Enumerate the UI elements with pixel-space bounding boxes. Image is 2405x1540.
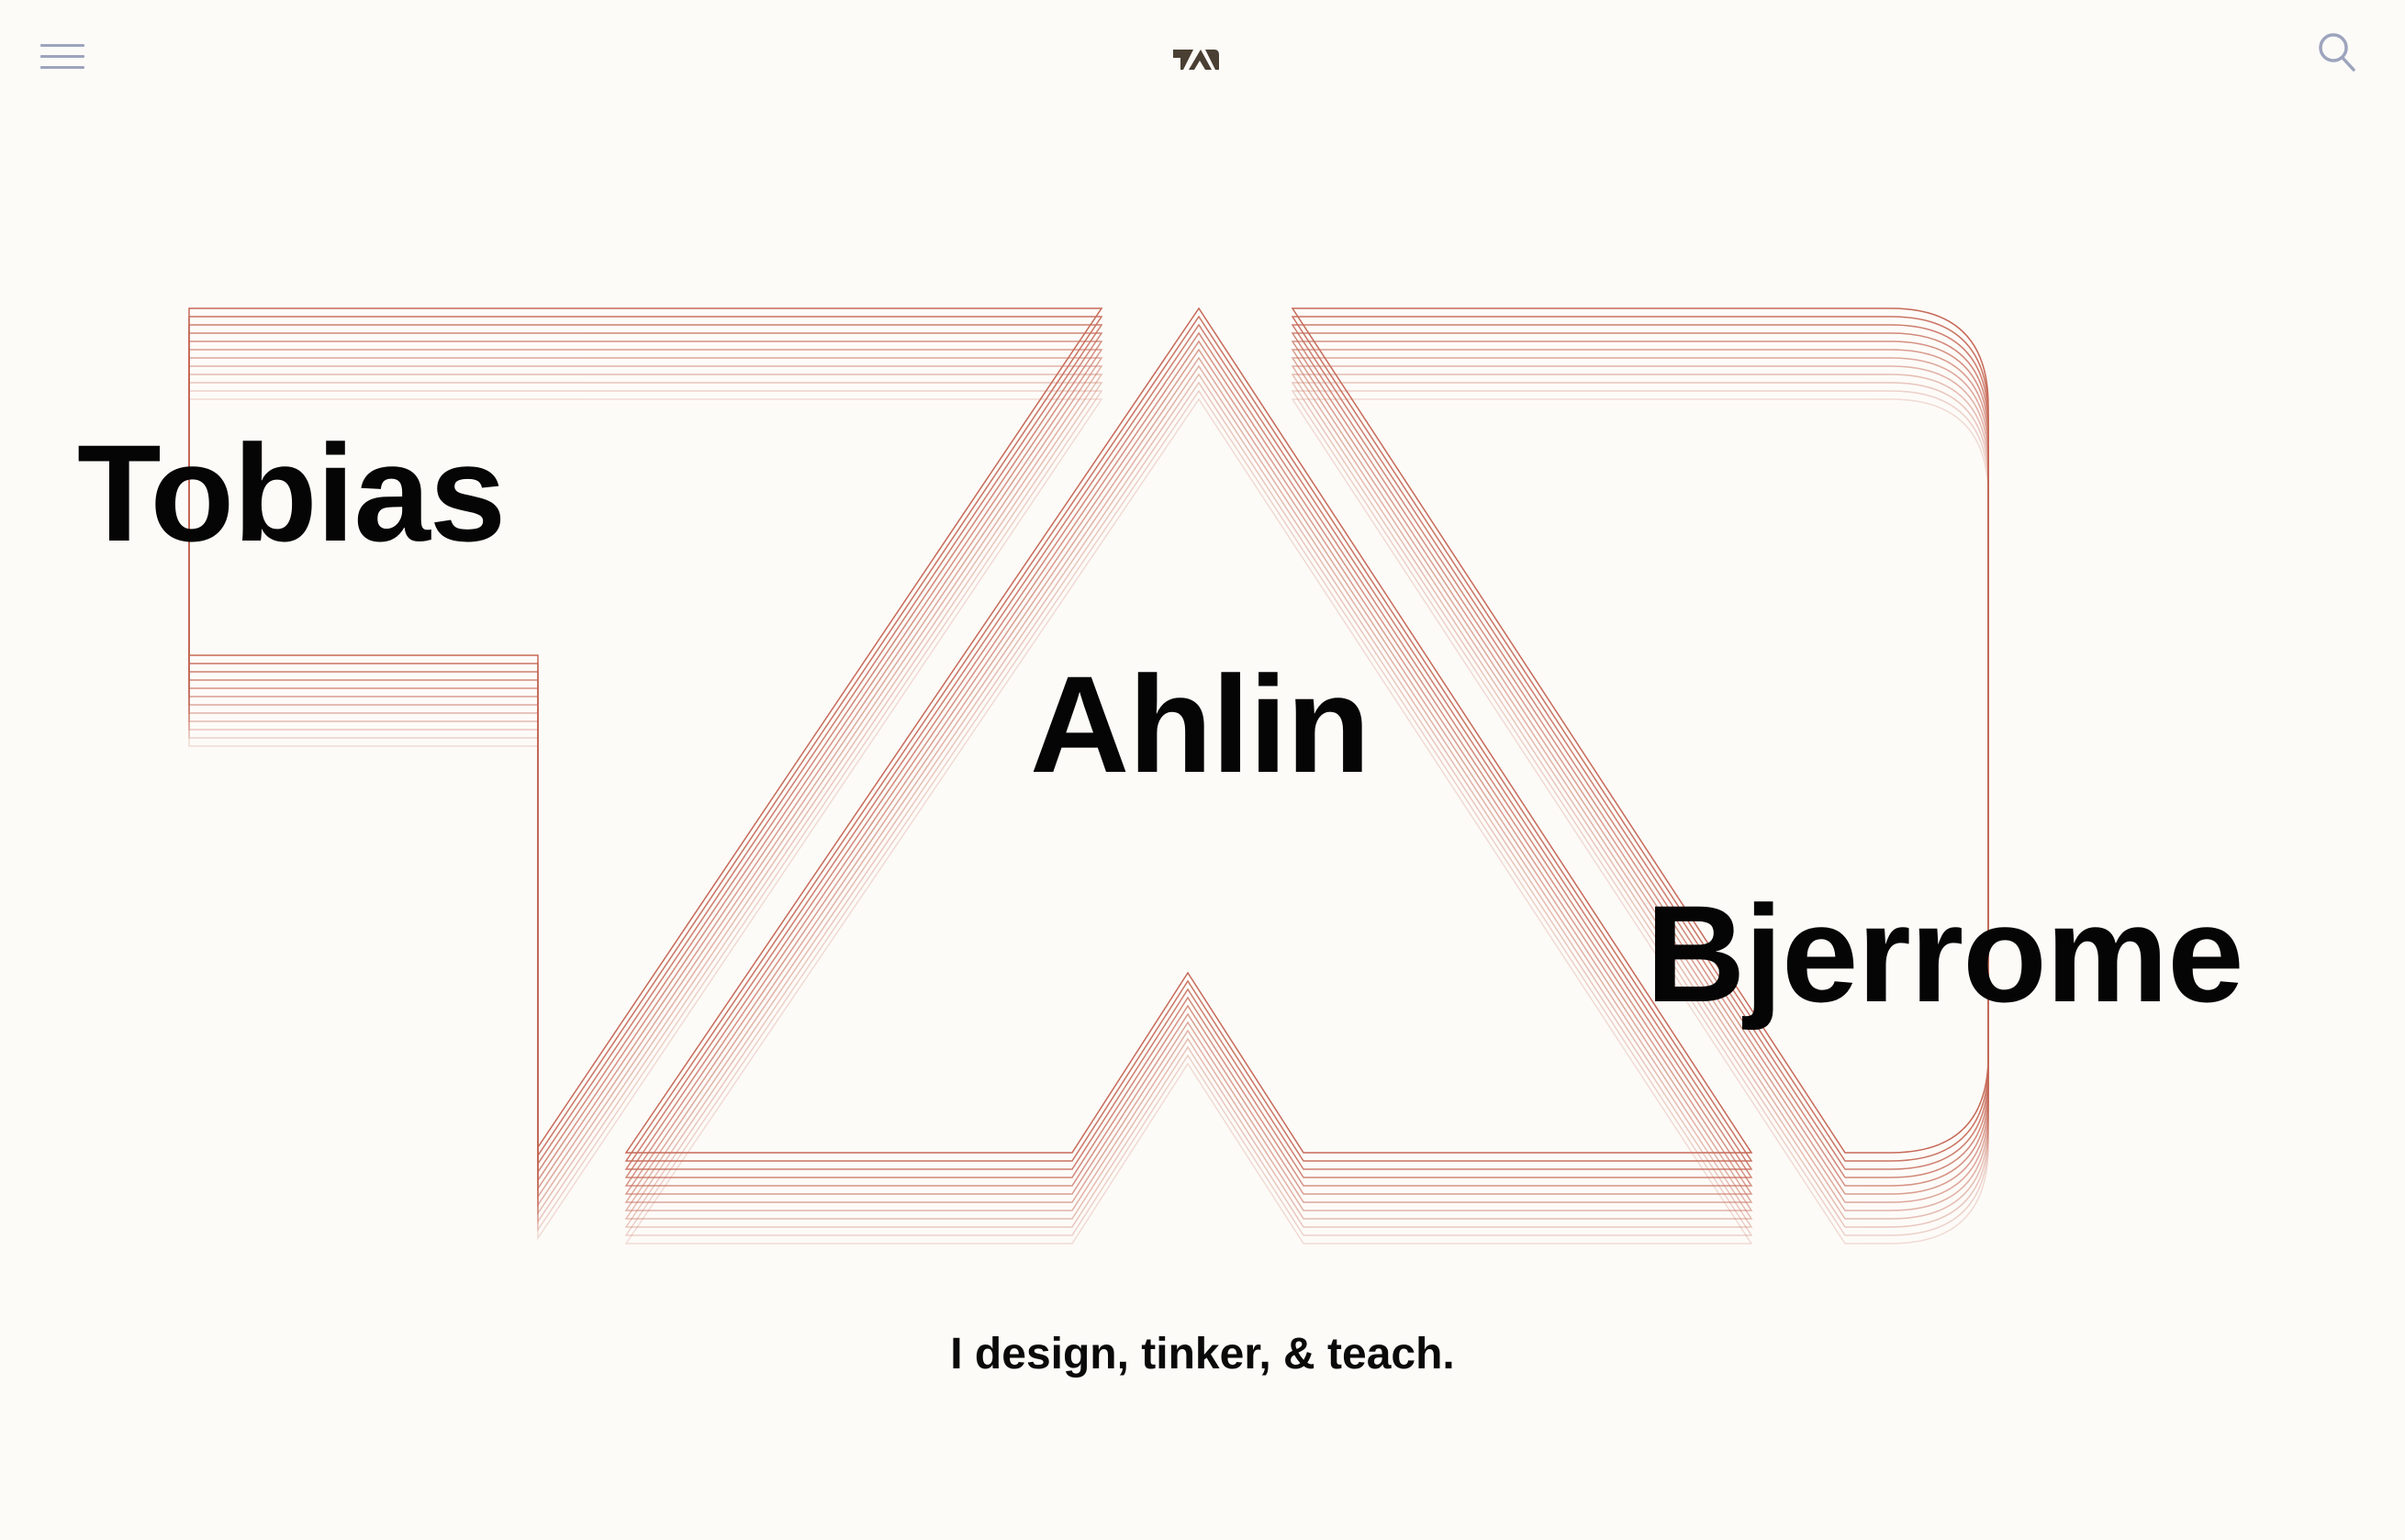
page: Tobias Ahlin Bjerrome I design, tinker, … bbox=[0, 0, 2405, 1540]
name-last: Bjerrome bbox=[1646, 876, 2244, 1031]
name-first: Tobias bbox=[77, 416, 506, 570]
name-middle: Ahlin bbox=[1030, 647, 1370, 801]
tagline: I design, tinker, & teach. bbox=[950, 1330, 1455, 1378]
